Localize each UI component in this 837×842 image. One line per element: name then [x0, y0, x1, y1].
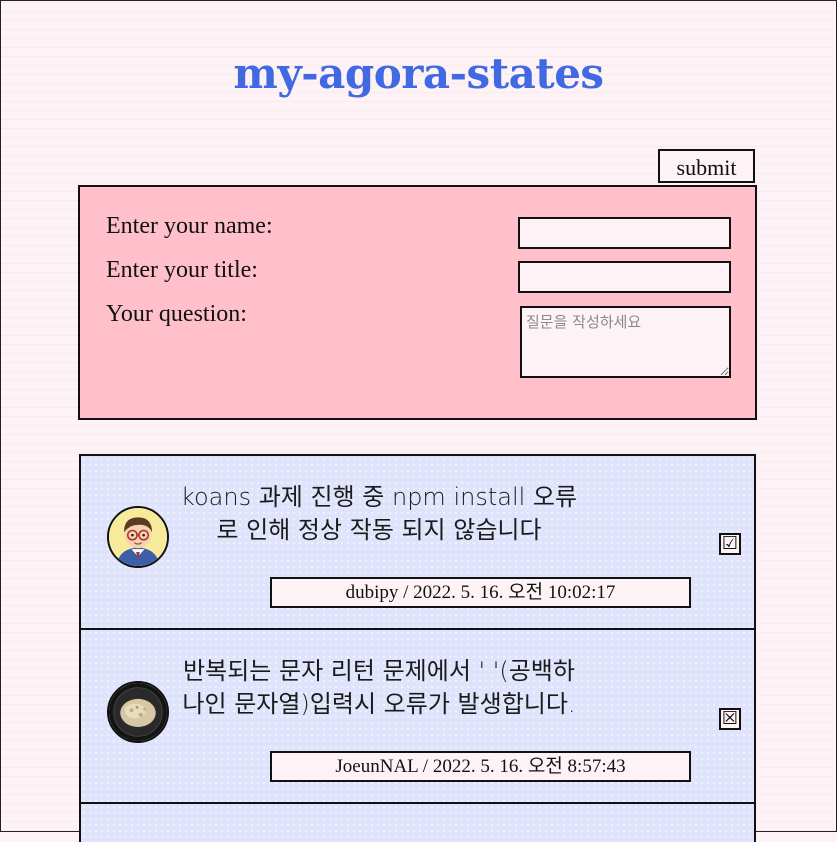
list-item[interactable]: 반복되는 문자 리턴 문제에서 ' '(공백하나인 문자열)입력시 오류가 발생… — [79, 628, 756, 802]
discussion-list: koans 과제 진행 중 npm install 오류로 인해 정상 작동 되… — [79, 454, 756, 842]
food-bowl-avatar-icon — [107, 681, 169, 743]
title-input[interactable] — [518, 261, 731, 293]
discussion-meta: dubipy / 2022. 5. 16. 오전 10:02:17 — [270, 577, 691, 608]
question-textarea[interactable] — [520, 306, 731, 378]
page-title: my-agora-states — [233, 49, 604, 98]
name-input[interactable] — [518, 217, 731, 249]
discussion-meta: JoeunNAL / 2022. 5. 16. 오전 8:57:43 — [270, 751, 691, 782]
unanswered-checkbox-icon[interactable]: ☒ — [719, 708, 741, 730]
question-form: Enter your name: Enter your title: Your … — [78, 185, 757, 420]
list-item[interactable] — [79, 802, 756, 842]
discussion-title[interactable]: koans 과제 진행 중 npm install 오류로 인해 정상 작동 되… — [173, 481, 585, 547]
name-label: Enter your name: — [106, 213, 273, 239]
boy-with-glasses-avatar-icon — [107, 506, 169, 568]
discussion-title[interactable]: 반복되는 문자 리턴 문제에서 ' '(공백하나인 문자열)입력시 오류가 발생… — [173, 655, 585, 721]
question-label: Your question: — [106, 301, 247, 327]
list-item[interactable]: koans 과제 진행 중 npm install 오류로 인해 정상 작동 되… — [79, 454, 756, 628]
page-frame: my-agora-states submit Enter your name: … — [0, 0, 837, 842]
title-label: Enter your title: — [106, 257, 258, 283]
answered-checkbox-icon[interactable]: ☑ — [719, 533, 741, 555]
submit-button[interactable]: submit — [658, 149, 755, 183]
